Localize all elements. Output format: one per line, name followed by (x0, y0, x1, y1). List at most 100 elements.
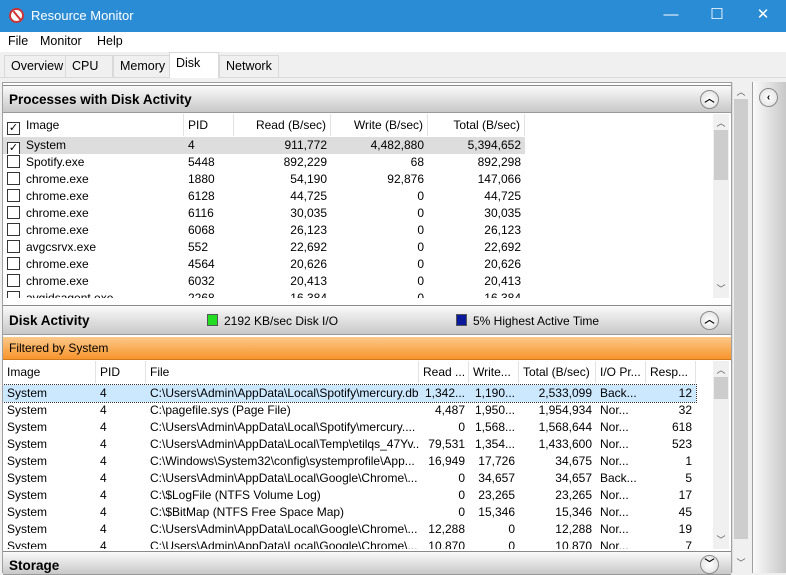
column-total[interactable]: Total (B/sec) (519, 361, 596, 383)
cell-read: 1,342... (424, 386, 465, 400)
column-pid[interactable]: PID (96, 361, 146, 383)
scroll-up-icon[interactable]: ︿ (713, 363, 729, 376)
tab-overview[interactable]: Overview (4, 55, 71, 77)
process-row[interactable]: avgidsagent.exe 2268 16,384 0 16,384 (3, 290, 525, 298)
tab-cpu[interactable]: CPU (65, 55, 113, 77)
processes-scrollbar[interactable]: ︿ ﹀ (713, 114, 729, 298)
cell-read: 12,288 (428, 522, 465, 536)
storage-section-header[interactable]: Storage ﹀ (3, 551, 731, 575)
file-row[interactable]: System 4 C:\Users\Admin\AppData\Local\Temp… (3, 436, 696, 453)
row-checkbox[interactable] (7, 206, 20, 219)
tab-memory[interactable]: Memory (113, 55, 173, 77)
process-row[interactable]: chrome.exe 6128 44,725 0 44,725 (3, 188, 525, 205)
column-read[interactable]: Read (B/sec) (234, 114, 331, 136)
expand-left-icon[interactable]: ‹ (759, 88, 778, 107)
row-checkbox[interactable] (7, 189, 20, 202)
scroll-down-icon[interactable]: ﹀ (733, 556, 749, 569)
scroll-up-icon[interactable]: ︿ (713, 116, 729, 129)
cell-total: 2,533,099 (538, 386, 592, 400)
cell-io-priority: Nor... (600, 437, 629, 451)
column-file[interactable]: File (146, 361, 419, 383)
file-row[interactable]: System 4 C:\Users\Admin\AppData\Local\Spot… (3, 384, 697, 403)
file-row[interactable]: System 4 C:\Users\Admin\AppData\Local\Spot… (3, 419, 696, 436)
maximize-button[interactable]: ☐ (694, 0, 740, 32)
column-image[interactable]: ✓ Image (3, 114, 184, 136)
scrollbar-thumb[interactable] (734, 99, 748, 539)
row-checkbox[interactable] (7, 274, 20, 287)
process-row[interactable]: chrome.exe 6032 20,413 0 20,413 (3, 273, 525, 290)
process-row[interactable]: chrome.exe 6116 30,035 0 30,035 (3, 205, 525, 222)
cell-image: System (7, 539, 48, 549)
cell-read: 892,229 (234, 154, 331, 171)
process-row[interactable]: chrome.exe 1880 54,190 92,876 147,066 (3, 171, 525, 188)
column-write[interactable]: Write (B/sec) (331, 114, 428, 136)
cell-response-time: 618 (671, 420, 692, 434)
cell-text: 0 (417, 223, 424, 237)
cell-image: chrome.exe (3, 188, 184, 205)
cell-text: 1880 (188, 172, 215, 186)
column-total[interactable]: Total (B/sec) (428, 114, 525, 136)
process-row[interactable]: chrome.exe 6068 26,123 0 26,123 (3, 222, 525, 239)
menu-help[interactable]: Help (97, 34, 123, 48)
disk-activity-section-header[interactable]: Disk Activity 2192 KB/sec Disk I/O 5% Hi… (3, 305, 731, 335)
cell-text: avgcsrvx.exe (26, 240, 97, 254)
cell-file: C:\Users\Admin\AppData\Local\Spotify\mer… (150, 420, 416, 434)
cell-read: 22,692 (234, 239, 331, 256)
row-checkbox[interactable] (7, 155, 20, 168)
column-read[interactable]: Read ... (419, 361, 469, 383)
cell-pid: 4 (100, 505, 107, 519)
scroll-down-icon[interactable]: ﹀ (713, 282, 729, 295)
scroll-down-icon[interactable]: ﹀ (713, 533, 729, 546)
cell-text: 0 (417, 240, 424, 254)
process-row[interactable]: chrome.exe 4564 20,626 0 20,626 (3, 256, 525, 273)
collapse-up-icon[interactable]: ︿ (700, 311, 719, 330)
column-label: Image (26, 118, 60, 132)
tab-disk[interactable]: Disk (169, 52, 219, 78)
column-write[interactable]: Write... (469, 361, 519, 383)
close-button[interactable]: ✕ (740, 0, 786, 32)
main-scrollbar[interactable]: ︿ ﹀ (732, 82, 748, 573)
column-pid[interactable]: PID (184, 114, 234, 136)
file-row[interactable]: System 4 C:\Users\Admin\AppData\Local\Goog… (3, 521, 696, 538)
column-io-priority[interactable]: I/O Pr... (596, 361, 646, 383)
cell-write: 34,657 (478, 471, 515, 485)
scroll-up-icon[interactable]: ︿ (733, 85, 749, 98)
cell-write: 1,568... (474, 420, 515, 434)
file-row[interactable]: System 4 C:\Windows\System32\config\system… (3, 453, 696, 470)
menu-file[interactable]: File (8, 34, 28, 48)
disk-activity-scrollbar[interactable]: ︿ ﹀ (713, 361, 729, 549)
cell-image: chrome.exe (3, 222, 184, 239)
minimize-button[interactable]: — (648, 0, 694, 32)
menu-monitor[interactable]: Monitor (40, 34, 82, 48)
tab-network[interactable]: Network (219, 55, 279, 77)
cell-text: 26,123 (484, 223, 521, 237)
cell-io-priority: Nor... (600, 539, 629, 549)
scrollbar-thumb[interactable] (714, 377, 728, 399)
process-row[interactable]: Spotify.exe 5448 892,229 68 892,298 (3, 154, 525, 171)
file-row[interactable]: System 4 C:\$LogFile (NTFS Volume Log) 0 23,… (3, 487, 696, 504)
process-row[interactable]: ✓ System 4 911,772 4,482,880 5,394,652 (3, 137, 525, 154)
file-row[interactable]: System 4 C:\$BitMap (NTFS Free Space Map) 0… (3, 504, 696, 521)
cell-text: 92,876 (387, 172, 424, 186)
row-checkbox[interactable] (7, 240, 20, 253)
header-checkbox[interactable]: ✓ (7, 122, 20, 135)
processes-section-header[interactable]: Processes with Disk Activity ︿ (3, 85, 731, 113)
cell-io-priority: Nor... (600, 522, 629, 536)
column-image[interactable]: Image (3, 361, 96, 383)
row-checkbox[interactable] (7, 172, 20, 185)
process-row[interactable]: avgcsrvx.exe 552 22,692 0 22,692 (3, 239, 525, 256)
row-checkbox[interactable] (7, 223, 20, 236)
column-response-time[interactable]: Resp... (646, 361, 696, 383)
row-checkbox[interactable] (7, 291, 20, 298)
row-checkbox[interactable] (7, 257, 20, 270)
scrollbar-thumb[interactable] (714, 130, 728, 180)
file-row[interactable]: System 4 C:\pagefile.sys (Page File) 4,487 1… (3, 402, 696, 419)
expand-down-icon[interactable]: ﹀ (700, 555, 719, 574)
cell-text: 22,692 (290, 240, 327, 254)
file-row[interactable]: System 4 C:\Users\Admin\AppData\Local\Goog… (3, 538, 696, 549)
row-checkbox[interactable]: ✓ (7, 142, 20, 154)
collapse-up-icon[interactable]: ︿ (700, 90, 719, 109)
cell-io-priority: Nor... (600, 403, 629, 417)
cell-text: 4 (188, 138, 195, 152)
file-row[interactable]: System 4 C:\Users\Admin\AppData\Local\Goog… (3, 470, 696, 487)
